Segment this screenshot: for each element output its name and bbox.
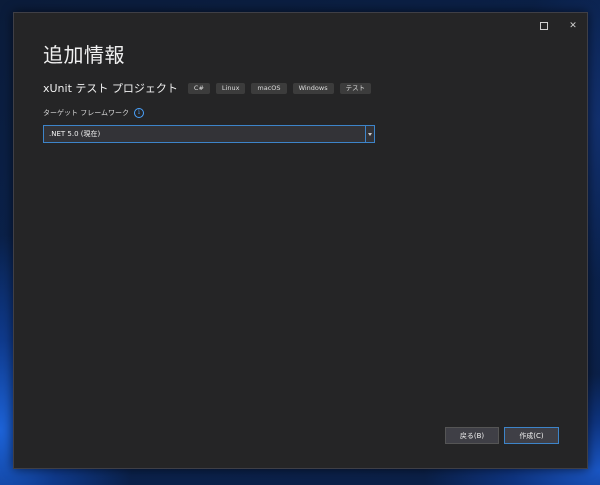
tag-windows: Windows <box>292 82 334 94</box>
framework-select[interactable]: .NET 5.0 (現在) <box>43 125 375 143</box>
close-button[interactable]: ✕ <box>562 17 584 35</box>
page-title: 追加情報 <box>43 43 125 67</box>
info-icon[interactable]: i <box>134 108 145 118</box>
tag-macos: macOS <box>251 82 287 94</box>
maximize-button[interactable] <box>533 17 555 35</box>
framework-label-row: ターゲット フレームワーク i <box>43 108 145 118</box>
create-button[interactable]: 作成(C) <box>504 427 559 444</box>
chevron-down-icon <box>368 132 372 136</box>
back-button[interactable]: 戻る(B) <box>445 427 499 444</box>
tag-test: テスト <box>339 82 372 94</box>
dialog-window: ✕ 追加情報 xUnit テスト プロジェクト C# Linux macOS W… <box>13 12 588 469</box>
dropdown-arrow-button[interactable] <box>365 126 374 142</box>
framework-select-value: .NET 5.0 (現在) <box>49 130 101 138</box>
close-icon: ✕ <box>569 21 577 31</box>
project-info-row: xUnit テスト プロジェクト C# Linux macOS Windows … <box>43 80 377 96</box>
project-name: xUnit テスト プロジェクト <box>43 82 178 95</box>
tag-linux: Linux <box>215 82 246 94</box>
framework-label: ターゲット フレームワーク <box>43 109 130 117</box>
tag-csharp: C# <box>187 82 210 94</box>
maximize-icon <box>540 22 548 30</box>
